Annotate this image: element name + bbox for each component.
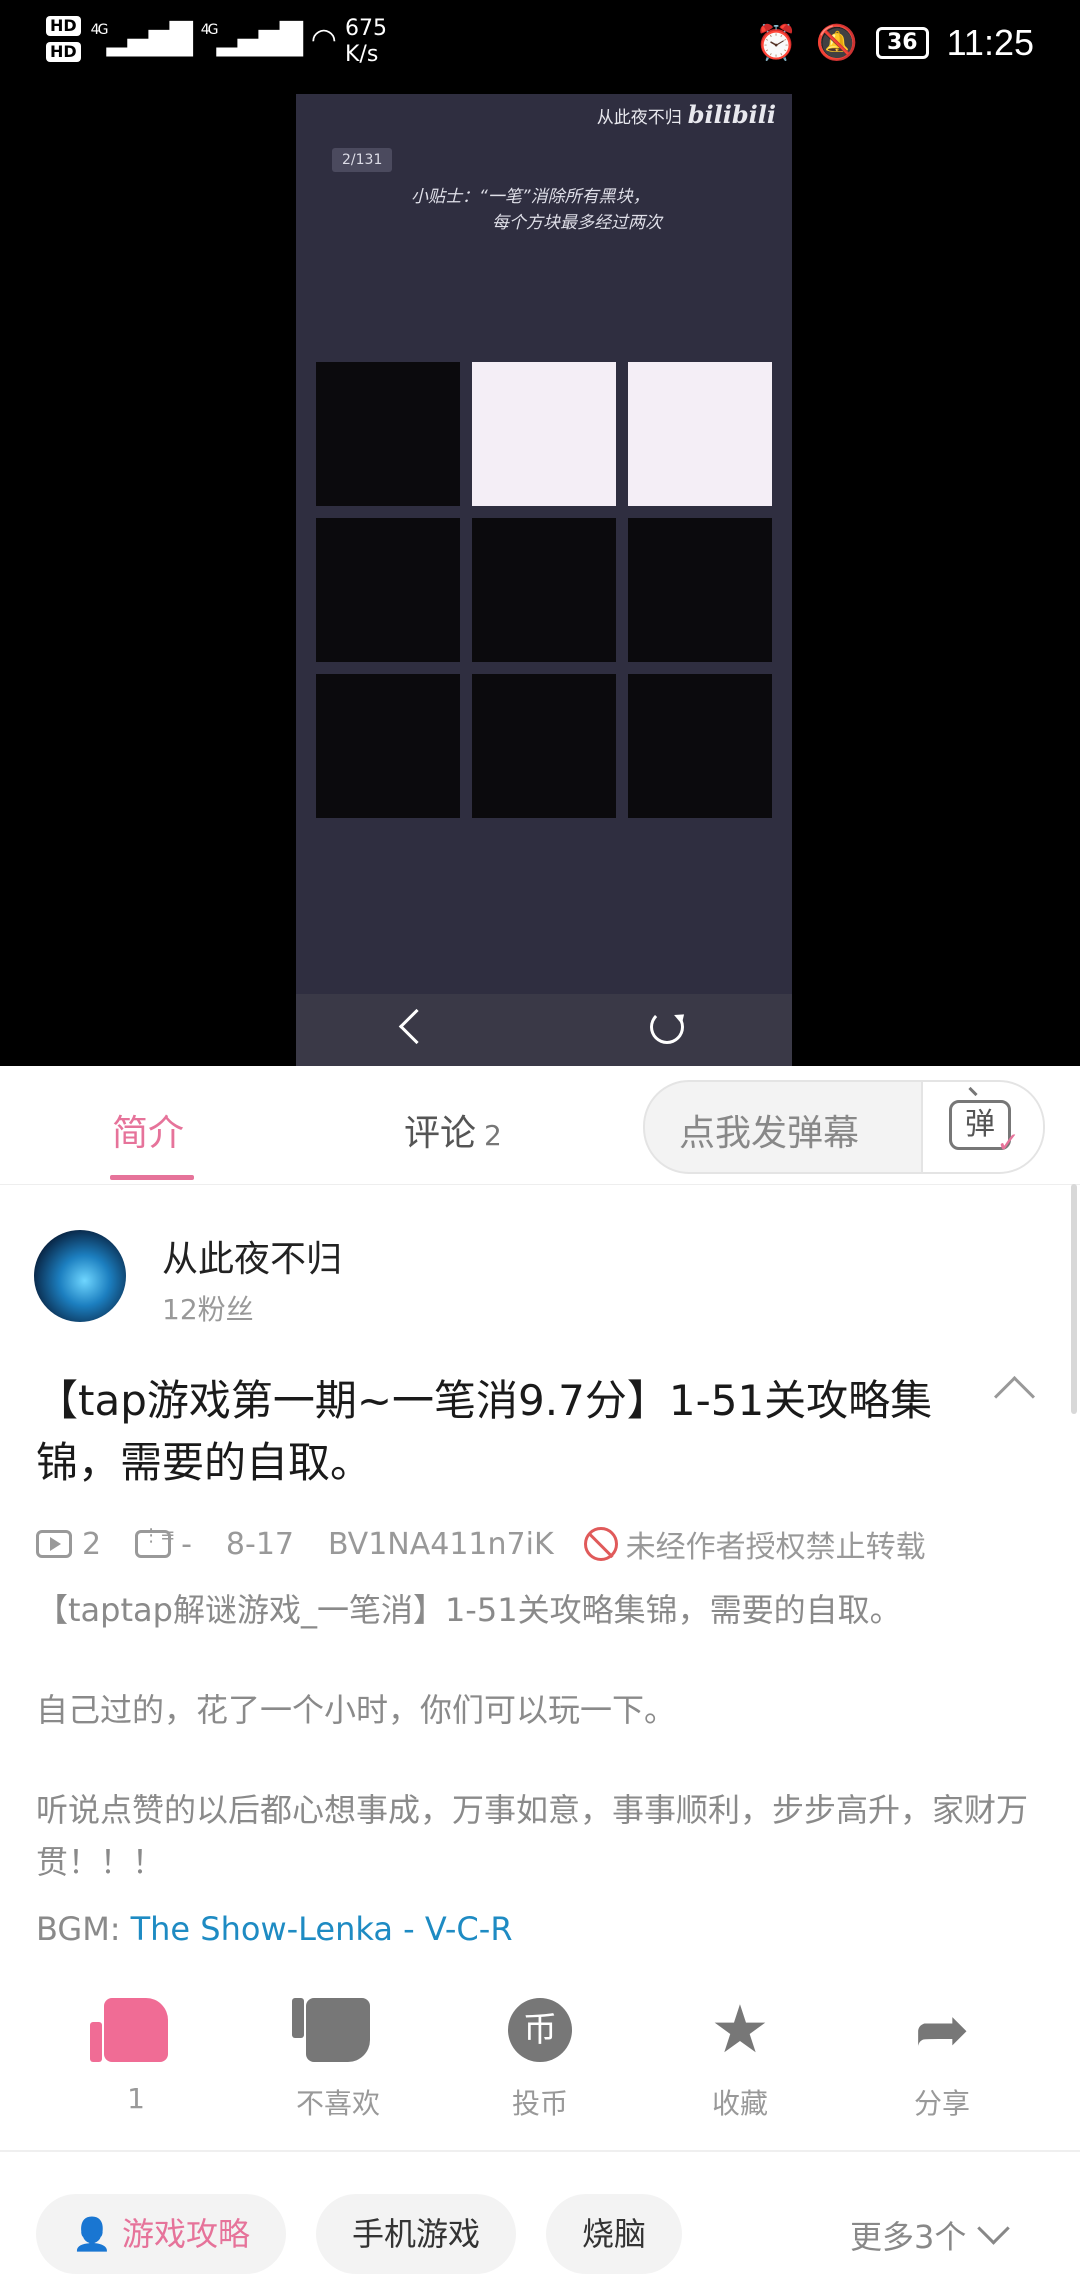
status-bar: HD HD 4G▂▄▆█ 4G▂▄▆█ ◠ 675 K/s ⏰ 🔕 36 11:… [0,0,1080,88]
favorite-button[interactable]: ★ 收藏 [660,1991,820,2122]
tab-intro[interactable]: 简介 [112,1104,184,1156]
mute-icon: 🔕 [815,23,858,63]
like-count: 1 [127,2082,145,2115]
battery-icon: 36 [875,27,929,59]
reload-icon[interactable] [650,1010,684,1044]
more-tags-button[interactable]: 更多3个 [850,2212,1011,2258]
comments-count: 2 [484,1119,502,1152]
puzzle-grid[interactable] [316,362,772,818]
tip-line-1: 小贴士：“一笔”消除所有黑块， [411,187,650,207]
hd1-icon: HD [46,16,81,36]
share-icon: ➦ [914,1991,970,2068]
signal-4g-2-icon: 4G▂▄▆█ [200,22,303,57]
video-watermark: 从此夜不归 bilibili [597,100,776,129]
tab-comments-label: 评论 [404,1113,477,1154]
video-player[interactable]: HD HD 4G▂▄▆█ 4G▂▄▆█ ◠ 675 K/s ⏰ 🔕 36 11:… [0,0,1080,1066]
danmaku-tv-icon: 弹 [949,1100,1020,1157]
star-icon: ★ [710,1991,770,2068]
bgm-label: BGM: [36,1910,121,1948]
publish-date: 8-17 [225,1526,295,1562]
chevron-up-icon[interactable] [993,1375,1036,1418]
share-label: 分享 [913,2087,970,2120]
thumbs-down-icon [292,1998,370,2062]
bgm-line: BGM: The Show-Lenka - V-C-R [36,1910,513,1948]
grid-cell[interactable] [472,518,616,662]
more-tags-label: 更多3个 [850,2218,967,2256]
watermark-author: 从此夜不归 [596,108,682,128]
game-screen[interactable]: 从此夜不归 bilibili 2/131 小贴士：“一笔”消除所有黑块， 每个方块… [296,94,792,1066]
tag-item[interactable]: 烧脑 [546,2194,683,2274]
coin-icon: 币 [508,1998,572,2062]
tag-item[interactable]: 手机游戏 [316,2194,517,2274]
grid-cell[interactable] [628,518,772,662]
person-icon: 👤 [72,2215,112,2253]
danmaku-input[interactable]: 点我发弹幕 [679,1104,859,1156]
status-left: HD HD 4G▂▄▆█ 4G▂▄▆█ ◠ 675 K/s [46,16,387,68]
chevron-down-icon [977,2212,1011,2245]
wifi-icon: ◠ [310,22,337,57]
favorite-label: 收藏 [711,2087,768,2120]
dislike-button[interactable]: 不喜欢 [258,1998,418,2122]
coin-label: 投币 [511,2087,568,2120]
danmaku-count-icon [135,1525,175,1558]
video-meta: 2 - 8-17 BV1NA411n7iK 未经作者授权禁止转载 [36,1522,926,1566]
danmaku-bar[interactable]: 点我发弹幕 弹 [643,1080,1045,1174]
tag-list: 👤 游戏攻略 手机游戏 烧脑 [36,2194,683,2274]
network-speed-unit: K/s [344,42,379,67]
level-badge: 2/131 [332,148,393,172]
grid-cell[interactable] [316,362,460,506]
game-toolbar [296,994,792,1066]
play-count: 2 [82,1526,102,1562]
grid-cell[interactable] [316,674,460,818]
grid-cell[interactable] [316,518,460,662]
hd-icons: HD HD [46,16,81,62]
tab-bar: 简介 评论 2 点我发弹幕 弹 [0,1068,1080,1185]
network-speed: 675 K/s [345,16,387,68]
action-row: 1 不喜欢 币 投币 ★ 收藏 ➦ 分享 [0,1997,1080,2120]
uploader-fans: 12粉丝 [162,1293,254,1326]
video-title: 【tap游戏第一期~一笔消9.7分】1-51关攻略集锦，需要的自取。 [36,1376,933,1487]
coin-button[interactable]: 币 投币 [460,1998,620,2122]
bilibili-logo: bilibili [687,100,776,129]
bgm-link[interactable]: The Show-Lenka - V-C-R [131,1910,513,1948]
danmaku-toggle-button[interactable]: 弹 [921,1082,1043,1172]
danmaku-count: - [181,1526,192,1562]
description-line-3: 听说点赞的以后都心想事成，万事如意，事事顺利，步步高升，家财万贯！！！ [36,1791,1029,1881]
tag-item[interactable]: 👤 游戏攻略 [36,2194,287,2274]
tab-underline [110,1175,194,1180]
thumbs-up-icon [90,1998,168,2062]
tip-line-2: 每个方块最多经过两次 [492,213,662,233]
grid-cell[interactable] [472,362,616,506]
dislike-label: 不喜欢 [295,2087,380,2120]
no-repost-icon [583,1527,618,1561]
network-speed-value: 675 [344,16,387,41]
game-tip: 小贴士：“一笔”消除所有黑块， 每个方块最多经过两次 [411,184,711,236]
bvid: BV1NA411n7iK [328,1526,554,1562]
description-line-2: 自己过的，花了一个小时，你们可以玩一下。 [36,1691,677,1729]
copyright-notice: 未经作者授权禁止转载 [625,1530,926,1565]
divider [0,2150,1080,2152]
tag-label: 游戏攻略 [122,2215,251,2253]
hd2-icon: HD [46,42,81,62]
description-line-1: 【taptap解谜游戏_一笔消】1-51关攻略集锦，需要的自取。 [36,1591,902,1629]
tab-comments[interactable]: 评论 2 [404,1104,502,1156]
scrollbar[interactable] [1071,1184,1077,1414]
grid-cell[interactable] [628,362,772,506]
alarm-icon: ⏰ [755,23,798,63]
status-right: ⏰ 🔕 36 11:25 [755,22,1034,64]
like-button[interactable]: 1 [56,1998,216,2115]
grid-cell[interactable] [472,674,616,818]
play-count-icon [36,1530,72,1558]
uploader-name[interactable]: 从此夜不归 [162,1230,342,1282]
grid-cell[interactable] [628,674,772,818]
back-icon[interactable] [398,1008,435,1045]
avatar[interactable] [34,1230,126,1322]
clock: 11:25 [946,22,1034,63]
share-button[interactable]: ➦ 分享 [862,1991,1022,2122]
signal-4g-icon: 4G▂▄▆█ [90,22,193,57]
